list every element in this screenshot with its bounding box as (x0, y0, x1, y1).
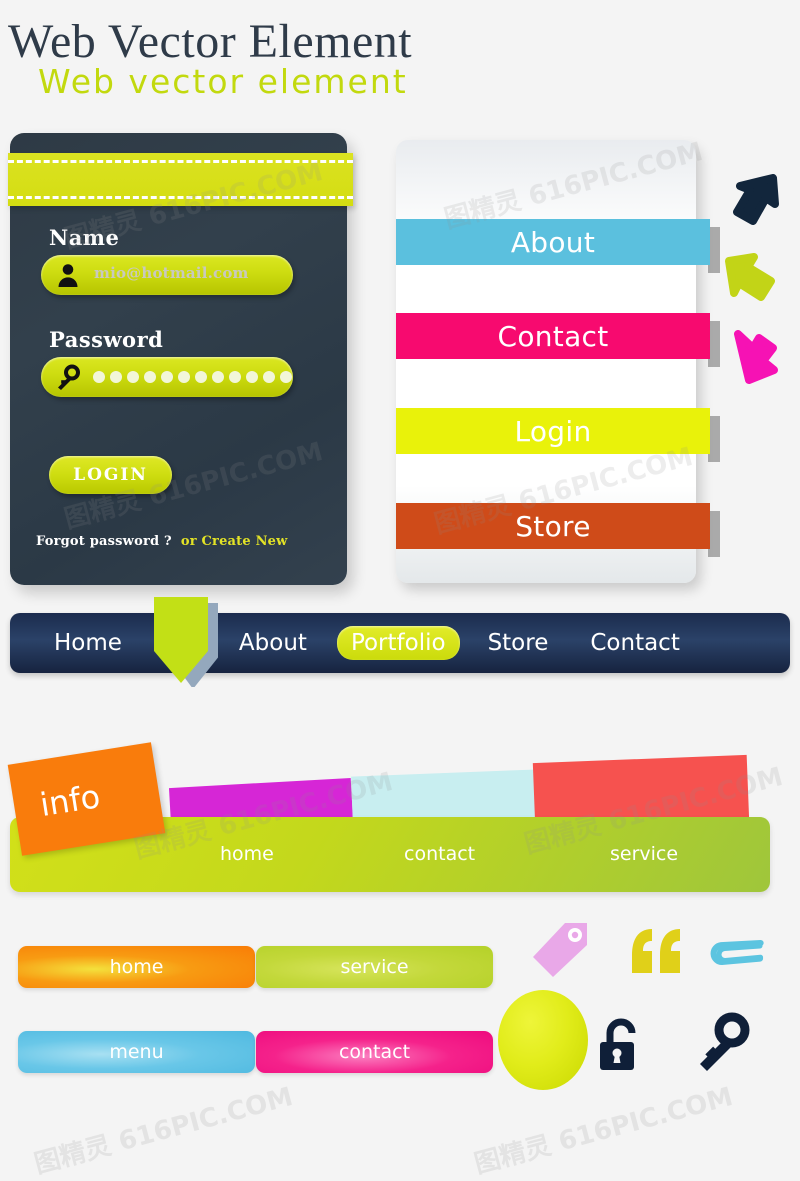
page-subtitle: Web vector element (38, 62, 408, 101)
sphere-icon (498, 990, 588, 1090)
nav-item-portfolio[interactable]: Portfolio (336, 626, 460, 660)
ribbon-item-about[interactable]: About (396, 219, 720, 273)
nav-item-contact[interactable]: Contact (584, 630, 685, 656)
paperclip-icon (710, 940, 764, 966)
name-input[interactable]: mio@hotmail.com (41, 255, 293, 295)
ribbon-item-label: Login (514, 414, 592, 448)
arrow-down-right-pink-icon (734, 330, 778, 384)
tab-info-label: info (37, 777, 103, 825)
name-input-value: mio@hotmail.com (94, 264, 249, 282)
key-icon (58, 364, 80, 390)
forgot-password-link[interactable]: Forgot password ? (36, 534, 172, 549)
ribbon-item-label: About (510, 225, 596, 259)
button-service[interactable]: service (256, 946, 493, 988)
nav-item-about[interactable]: About (233, 630, 313, 656)
password-field-label: Password (49, 327, 164, 352)
ribbon-item-contact[interactable]: Contact (396, 313, 720, 367)
ribbon-item-label: Store (515, 509, 591, 543)
button-menu[interactable]: menu (18, 1031, 255, 1073)
watermark: 图精灵 616PIC.COM (31, 1081, 297, 1180)
ribbon-tail-shadow (708, 416, 720, 462)
watermark: 图精灵 616PIC.COM (471, 1081, 737, 1180)
page-title: Web Vector Element (8, 15, 413, 68)
bookmark-pointer-icon (154, 597, 218, 687)
card-ribbon-decoration (8, 153, 353, 206)
login-footer-links: Forgot password ? or Create New (36, 534, 288, 549)
ribbon-tail-shadow (708, 321, 720, 367)
green-menu-item-home[interactable]: home (220, 843, 274, 865)
tag-icon (533, 923, 587, 977)
button-home[interactable]: home (18, 946, 255, 988)
page-heading: Web Vector Element Web vector element (8, 16, 412, 100)
ribbon-item-login[interactable]: Login (396, 408, 720, 462)
password-input[interactable] (41, 357, 293, 397)
green-menu-item-service[interactable]: service (610, 843, 678, 865)
nav-item-store[interactable]: Store (482, 630, 555, 656)
arrow-up-left-lime-icon (725, 253, 775, 301)
name-field-label: Name (49, 225, 120, 250)
green-menu-item-contact[interactable]: contact (404, 843, 475, 865)
ribbon-item-label: Contact (497, 319, 609, 353)
arrow-up-right-dark-icon (733, 174, 779, 225)
green-menu-group: home contact service info (0, 742, 800, 905)
ribbon-tail-shadow (708, 511, 720, 557)
navigation-bar: Home About Portfolio Store Contact (10, 613, 790, 673)
user-icon (58, 264, 78, 287)
canvas: Web Vector Element Web vector element Na… (0, 0, 800, 1180)
button-contact[interactable]: contact (256, 1031, 493, 1073)
password-dots (93, 371, 292, 383)
create-new-link[interactable]: or Create New (181, 534, 288, 549)
ribbon-tail-shadow (708, 227, 720, 273)
login-button[interactable]: LOGIN (49, 456, 172, 494)
quote-icon (632, 929, 680, 973)
nav-item-home[interactable]: Home (48, 630, 128, 656)
unlock-icon (600, 1018, 636, 1070)
key-icon (700, 1012, 750, 1071)
ribbon-item-store[interactable]: Store (396, 503, 720, 557)
